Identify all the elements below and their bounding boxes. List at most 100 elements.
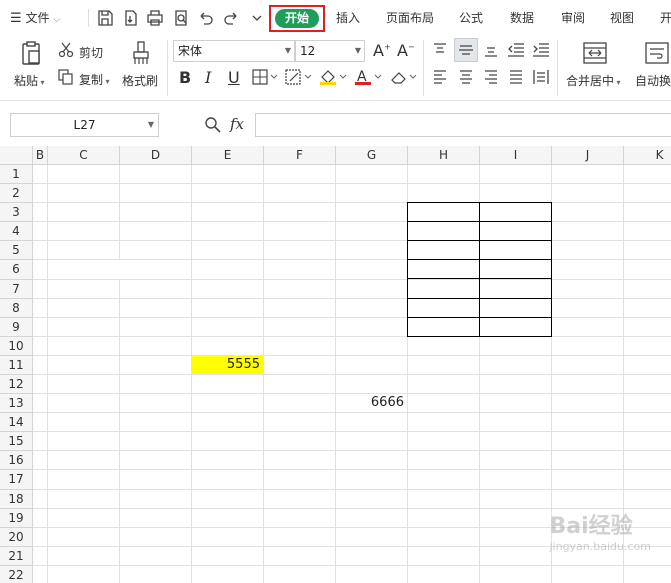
align-bottom-icon[interactable] — [483, 42, 499, 58]
justify-icon[interactable] — [508, 69, 524, 85]
row-header-2[interactable]: 2 — [0, 184, 33, 204]
increase-indent-icon[interactable] — [532, 42, 550, 58]
table-cell[interactable] — [407, 240, 480, 261]
save-icon[interactable] — [96, 9, 114, 27]
wrap-text-icon[interactable] — [645, 42, 669, 64]
column-header-h[interactable]: H — [408, 146, 480, 165]
column-header-b[interactable]: B — [33, 146, 48, 165]
format-painter-button[interactable]: 格式刷 — [122, 72, 158, 89]
table-cell[interactable] — [479, 202, 552, 223]
formula-input[interactable] — [255, 113, 671, 137]
table-cell[interactable] — [479, 297, 552, 318]
align-center-icon[interactable] — [458, 69, 474, 85]
tab-start[interactable]: 开始 — [275, 9, 319, 28]
tab-insert[interactable]: 插入 — [336, 0, 360, 36]
scissors-icon[interactable] — [58, 42, 74, 58]
merge-cells-icon[interactable] — [583, 42, 607, 64]
copy-button[interactable]: 复制 ▾ — [79, 71, 110, 88]
align-top-icon[interactable] — [432, 42, 448, 58]
cell-g13[interactable]: 6666 — [336, 394, 407, 412]
increase-font-icon[interactable]: A+ — [373, 41, 391, 60]
paste-icon[interactable] — [18, 40, 44, 66]
align-middle-icon[interactable] — [454, 38, 478, 62]
row-header-9[interactable]: 9 — [0, 317, 33, 337]
select-all-corner[interactable] — [0, 146, 33, 165]
customize-chevron-icon[interactable] — [248, 9, 266, 27]
border-icon[interactable] — [252, 69, 278, 85]
tab-developer[interactable]: 开 — [660, 0, 671, 36]
row-header-19[interactable]: 19 — [0, 508, 33, 528]
row-header-10[interactable]: 10 — [0, 336, 33, 356]
table-cell[interactable] — [407, 316, 480, 337]
align-left-icon[interactable] — [432, 69, 448, 85]
print-icon[interactable] — [146, 9, 164, 27]
column-header-f[interactable]: F — [264, 146, 336, 165]
bold-icon[interactable]: B — [179, 68, 191, 87]
row-header-11[interactable]: 11 — [0, 355, 33, 375]
column-header-k[interactable]: K — [624, 146, 671, 165]
font-size-select[interactable]: 12 ▼ — [295, 40, 365, 62]
row-header-1[interactable]: 1 — [0, 165, 33, 185]
name-box[interactable]: L27 ▼ — [10, 113, 159, 137]
row-header-21[interactable]: 21 — [0, 546, 33, 566]
table-cell[interactable] — [407, 202, 480, 223]
row-header-22[interactable]: 22 — [0, 565, 33, 583]
table-cell[interactable] — [407, 259, 480, 280]
row-header-3[interactable]: 3 — [0, 203, 33, 223]
merge-center-button[interactable]: 合并居中 ▾ — [566, 72, 621, 89]
column-header-c[interactable]: C — [48, 146, 120, 165]
tab-view[interactable]: 视图 — [610, 0, 634, 36]
decrease-indent-icon[interactable] — [507, 42, 525, 58]
table-cell[interactable] — [479, 259, 552, 280]
table-cell[interactable] — [407, 278, 480, 299]
column-header-g[interactable]: G — [336, 146, 408, 165]
table-cell[interactable] — [407, 221, 480, 242]
row-header-8[interactable]: 8 — [0, 298, 33, 318]
align-right-icon[interactable] — [483, 69, 499, 85]
column-header-d[interactable]: D — [120, 146, 192, 165]
row-header-4[interactable]: 4 — [0, 222, 33, 242]
cell-e11[interactable]: 5555 — [192, 355, 263, 374]
cell-style-icon[interactable] — [285, 69, 313, 85]
row-header-12[interactable]: 12 — [0, 374, 33, 395]
font-color-icon[interactable]: A — [354, 68, 382, 86]
row-header-15[interactable]: 15 — [0, 432, 33, 452]
row-header-20[interactable]: 20 — [0, 527, 33, 547]
row-header-16[interactable]: 16 — [0, 451, 33, 471]
row-header-7[interactable]: 7 — [0, 279, 33, 299]
paste-button[interactable]: 粘贴 ▾ — [14, 72, 45, 89]
column-header-i[interactable]: I — [480, 146, 552, 165]
table-cell[interactable] — [479, 240, 552, 261]
decrease-font-icon[interactable]: A− — [397, 41, 415, 60]
copy-icon[interactable] — [58, 69, 74, 85]
wrap-text-button[interactable]: 自动换 — [635, 72, 671, 89]
column-header-e[interactable]: E — [192, 146, 264, 165]
column-header-j[interactable]: J — [552, 146, 624, 165]
underline-icon[interactable]: U — [228, 68, 240, 87]
distributed-align-icon[interactable] — [533, 69, 549, 85]
font-name-select[interactable]: 宋体 ▼ — [173, 40, 295, 62]
tab-review[interactable]: 审阅 — [561, 0, 585, 36]
print-preview-icon[interactable] — [172, 9, 190, 27]
row-header-13[interactable]: 13 — [0, 394, 33, 414]
format-painter-icon[interactable] — [131, 40, 151, 66]
row-header-6[interactable]: 6 — [0, 260, 33, 280]
fx-icon[interactable]: fx — [230, 115, 244, 133]
eraser-icon[interactable] — [389, 68, 417, 86]
table-cell[interactable] — [479, 316, 552, 337]
tab-formulas[interactable]: 公式 — [459, 0, 483, 36]
redo-icon[interactable] — [222, 9, 240, 27]
row-header-18[interactable]: 18 — [0, 489, 33, 509]
undo-icon[interactable] — [197, 9, 215, 27]
tab-page-layout[interactable]: 页面布局 — [386, 0, 434, 36]
fill-color-icon[interactable] — [319, 68, 347, 86]
italic-icon[interactable]: I — [205, 68, 211, 87]
zoom-icon[interactable] — [204, 116, 222, 134]
table-cell[interactable] — [479, 278, 552, 299]
tab-data[interactable]: 数据 — [510, 0, 534, 36]
export-pdf-icon[interactable] — [122, 9, 140, 27]
row-header-17[interactable]: 17 — [0, 470, 33, 490]
file-menu[interactable]: ☰ 文件 ⌵ — [10, 0, 60, 36]
table-cell[interactable] — [407, 297, 480, 318]
table-cell[interactable] — [479, 221, 552, 242]
